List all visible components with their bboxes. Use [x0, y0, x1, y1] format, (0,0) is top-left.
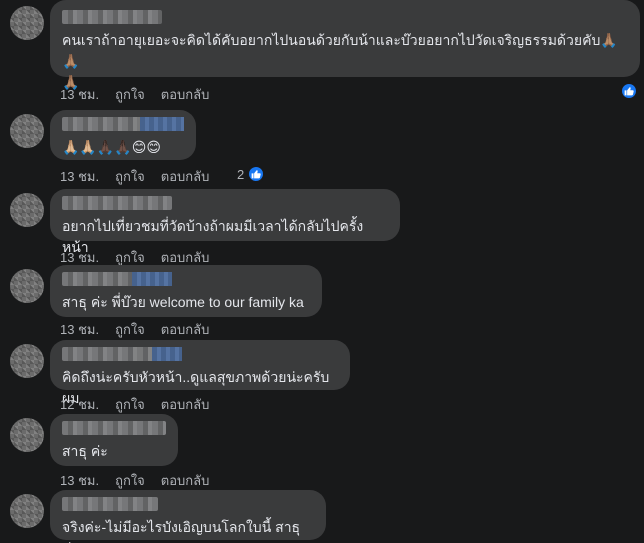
like-button[interactable]: ถูกใจ [115, 166, 145, 187]
reaction-badge[interactable]: 2 [237, 165, 266, 183]
reply-button[interactable]: ตอบกลับ [161, 84, 210, 105]
like-reaction-icon [247, 165, 266, 183]
comment-time[interactable]: 13 ชม. [60, 319, 99, 340]
avatar[interactable] [10, 193, 44, 227]
reply-button[interactable]: ตอบกลับ [161, 319, 210, 340]
comment-time[interactable]: 12 ชม. [60, 394, 99, 415]
comment-text: 🙏🏼🙏🏼🙏🏿🙏🏿😊😊 [62, 139, 161, 155]
comment-bubble: คิดถึงน่ะครับหัวหน้า..ดูแลสุขภาพด้วยน่ะค… [50, 340, 350, 406]
comment-time[interactable]: 13 ชม. [60, 84, 99, 105]
comment-bubble: คนเราถ้าอายุเยอะจะคิดได้คับอยากไปนอนด้วย… [50, 0, 640, 90]
commenter-name[interactable] [62, 196, 172, 210]
comment-text: สาธุ ค่ะ พี่บ๊วย welcome to our family k… [62, 294, 304, 310]
like-reaction-icon [620, 82, 638, 100]
avatar[interactable] [10, 269, 44, 303]
comment-bubble: 🙏🏼🙏🏼🙏🏿🙏🏿😊😊 [50, 110, 196, 160]
reply-button[interactable]: ตอบกลับ [161, 394, 210, 415]
comment-actions: 13 ชม. ถูกใจ ตอบกลับ [60, 84, 209, 105]
commenter-name[interactable] [62, 117, 184, 131]
reply-button[interactable]: ตอบกลับ [161, 166, 210, 187]
comment-bubble: อยากไปเที่ยวชมที่วัดบ้างถ้าผมมีเวลาได้กล… [50, 189, 400, 255]
commenter-name[interactable] [62, 497, 158, 511]
comment-actions: 13 ชม. ถูกใจ ตอบกลับ [60, 166, 209, 187]
comment-bubble: สาธุ ค่ะ พี่บ๊วย welcome to our family k… [50, 265, 322, 317]
like-button[interactable]: ถูกใจ [115, 84, 145, 105]
avatar[interactable] [10, 114, 44, 148]
avatar[interactable] [10, 418, 44, 452]
avatar[interactable] [10, 344, 44, 378]
comment-actions: 12 ชม. ถูกใจ ตอบกลับ [60, 394, 209, 415]
comment-text: จริงค่ะ-ไม่มีอะไรบังเอิญบนโลกใบนี้ สาธุค… [62, 519, 301, 543]
like-button[interactable]: ถูกใจ [115, 394, 145, 415]
commenter-name[interactable] [62, 421, 166, 435]
comment-time[interactable]: 13 ชม. [60, 166, 99, 187]
commenter-name[interactable] [62, 347, 182, 361]
comment-bubble: สาธุ ค่ะ [50, 414, 178, 466]
avatar[interactable] [10, 494, 44, 528]
avatar[interactable] [10, 6, 44, 40]
like-button[interactable]: ถูกใจ [115, 319, 145, 340]
comment-actions: 13 ชม. ถูกใจ ตอบกลับ [60, 470, 209, 491]
reaction-badge[interactable] [620, 82, 638, 100]
like-button[interactable]: ถูกใจ [115, 470, 145, 491]
comment-actions: 13 ชม. ถูกใจ ตอบกลับ [60, 319, 209, 340]
comment-text: สาธุ ค่ะ [62, 443, 108, 459]
comment-bubble: จริงค่ะ-ไม่มีอะไรบังเอิญบนโลกใบนี้ สาธุค… [50, 490, 326, 543]
reaction-count: 2 [237, 166, 245, 182]
commenter-name[interactable] [62, 272, 172, 286]
commenter-name[interactable] [62, 10, 162, 24]
reply-button[interactable]: ตอบกลับ [161, 470, 210, 491]
comment-time[interactable]: 13 ชม. [60, 470, 99, 491]
